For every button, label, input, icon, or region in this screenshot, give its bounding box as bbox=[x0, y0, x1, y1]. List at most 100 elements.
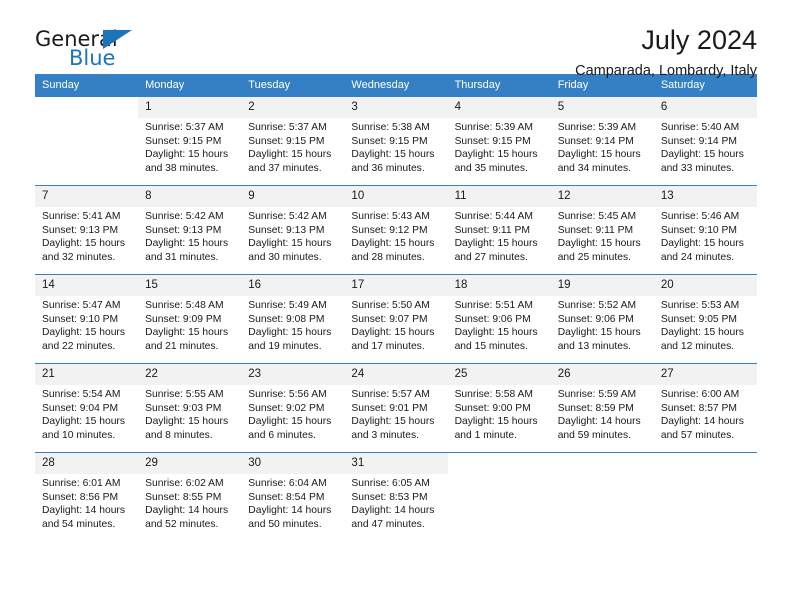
calendar-day-cell[interactable]: 24 Sunrise: 5:57 AM Sunset: 9:01 PM Dayligh… bbox=[344, 363, 448, 453]
day-number: 6 bbox=[653, 97, 757, 118]
calendar-day-cell[interactable]: 30 Sunrise: 6:04 AM Sunset: 8:54 PM Dayligh… bbox=[241, 452, 345, 541]
day-number: 16 bbox=[241, 275, 345, 296]
sunset-time: Sunset: 9:13 PM bbox=[248, 224, 325, 236]
calendar-day-cell[interactable]: 22 Sunrise: 5:55 AM Sunset: 9:03 PM Dayligh… bbox=[138, 363, 242, 453]
sunrise-time: Sunrise: 5:58 AM bbox=[454, 389, 533, 400]
day-details: Sunrise: 6:01 AM Sunset: 8:56 PM Daylight:… bbox=[35, 474, 138, 531]
calendar-day-cell-empty bbox=[447, 452, 551, 541]
day-cell-inner: 17 Sunrise: 5:50 AM Sunset: 9:07 PM Dayligh… bbox=[344, 275, 448, 363]
daylight-duration-line1: Daylight: 15 hours bbox=[248, 238, 332, 250]
daylight-duration-line1: Daylight: 15 hours bbox=[557, 327, 641, 339]
daylight-duration-line2: and 17 minutes. bbox=[351, 340, 425, 352]
day-cell-inner: 20 Sunrise: 5:53 AM Sunset: 9:05 PM Dayligh… bbox=[653, 275, 757, 363]
daylight-duration-line2: and 35 minutes. bbox=[454, 162, 528, 174]
calendar-day-cell[interactable]: 23 Sunrise: 5:56 AM Sunset: 9:02 PM Dayligh… bbox=[241, 363, 345, 453]
day-number: 30 bbox=[241, 453, 345, 474]
calendar-day-cell[interactable]: 3 Sunrise: 5:38 AM Sunset: 9:15 PM Daylight… bbox=[344, 96, 448, 186]
day-cell-inner: 29 Sunrise: 6:02 AM Sunset: 8:55 PM Dayligh… bbox=[138, 453, 242, 541]
daylight-duration-line1: Daylight: 15 hours bbox=[145, 416, 229, 428]
calendar-day-cell[interactable]: 8 Sunrise: 5:42 AM Sunset: 9:13 PM Daylight… bbox=[138, 185, 242, 275]
calendar-day-cell[interactable]: 4 Sunrise: 5:39 AM Sunset: 9:15 PM Daylight… bbox=[447, 96, 551, 186]
calendar-day-cell[interactable]: 14 Sunrise: 5:47 AM Sunset: 9:10 PM Dayligh… bbox=[35, 274, 139, 364]
day-details: Sunrise: 5:46 AM Sunset: 9:10 PM Daylight:… bbox=[654, 207, 757, 264]
calendar-day-cell[interactable]: 21 Sunrise: 5:54 AM Sunset: 9:04 PM Dayligh… bbox=[35, 363, 139, 453]
day-number: 22 bbox=[138, 364, 242, 385]
calendar-day-cell[interactable]: 2 Sunrise: 5:37 AM Sunset: 9:15 PM Daylight… bbox=[241, 96, 345, 186]
sunrise-time: Sunrise: 5:57 AM bbox=[351, 389, 430, 400]
daylight-duration-line2: and 3 minutes. bbox=[351, 429, 419, 441]
calendar-day-cell[interactable]: 12 Sunrise: 5:45 AM Sunset: 9:11 PM Dayligh… bbox=[550, 185, 654, 275]
daylight-duration-line1: Daylight: 15 hours bbox=[248, 416, 332, 428]
sunrise-time: Sunrise: 5:38 AM bbox=[351, 122, 430, 133]
day-cell-inner: 7 Sunrise: 5:41 AM Sunset: 9:13 PM Daylight… bbox=[35, 186, 139, 274]
day-details: Sunrise: 5:50 AM Sunset: 9:07 PM Daylight:… bbox=[344, 296, 447, 353]
calendar-day-cell[interactable]: 13 Sunrise: 5:46 AM Sunset: 9:10 PM Dayligh… bbox=[653, 185, 757, 275]
daylight-duration-line1: Daylight: 15 hours bbox=[145, 149, 229, 161]
calendar-day-cell[interactable]: 26 Sunrise: 5:59 AM Sunset: 8:59 PM Dayligh… bbox=[550, 363, 654, 453]
sunrise-time: Sunrise: 5:59 AM bbox=[557, 389, 637, 400]
day-cell-inner: 8 Sunrise: 5:42 AM Sunset: 9:13 PM Daylight… bbox=[138, 186, 242, 274]
calendar-day-cell[interactable]: 31 Sunrise: 6:05 AM Sunset: 8:53 PM Dayligh… bbox=[344, 452, 448, 541]
sunrise-time: Sunrise: 5:40 AM bbox=[660, 122, 740, 133]
calendar-day-cell[interactable]: 28 Sunrise: 6:01 AM Sunset: 8:56 PM Dayligh… bbox=[35, 452, 139, 541]
day-details: Sunrise: 5:40 AM Sunset: 9:14 PM Daylight:… bbox=[654, 118, 757, 175]
day-number: 23 bbox=[241, 364, 345, 385]
sunset-time: Sunset: 9:05 PM bbox=[660, 313, 737, 325]
day-details: Sunrise: 5:47 AM Sunset: 9:10 PM Daylight:… bbox=[35, 296, 138, 353]
calendar-day-cell[interactable]: 10 Sunrise: 5:43 AM Sunset: 9:12 PM Dayligh… bbox=[344, 185, 448, 275]
day-cell-inner: 31 Sunrise: 6:05 AM Sunset: 8:53 PM Dayligh… bbox=[344, 453, 448, 541]
calendar-day-cell[interactable]: 16 Sunrise: 5:49 AM Sunset: 9:08 PM Dayligh… bbox=[241, 274, 345, 364]
day-details: Sunrise: 5:51 AM Sunset: 9:06 PM Daylight:… bbox=[448, 296, 551, 353]
calendar-day-cell[interactable]: 25 Sunrise: 5:58 AM Sunset: 9:00 PM Dayligh… bbox=[447, 363, 551, 453]
daylight-duration-line2: and 34 minutes. bbox=[557, 162, 631, 174]
calendar-day-cell[interactable]: 11 Sunrise: 5:44 AM Sunset: 9:11 PM Dayligh… bbox=[447, 185, 551, 275]
daylight-duration-line2: and 30 minutes. bbox=[248, 251, 322, 263]
daylight-duration-line2: and 13 minutes. bbox=[557, 340, 631, 352]
calendar-day-cell[interactable]: 5 Sunrise: 5:39 AM Sunset: 9:14 PM Daylight… bbox=[550, 96, 654, 186]
weekday-header-wednesday: Wednesday bbox=[344, 74, 448, 97]
day-cell-inner: 3 Sunrise: 5:38 AM Sunset: 9:15 PM Daylight… bbox=[344, 97, 448, 185]
day-details: Sunrise: 6:00 AM Sunset: 8:57 PM Daylight:… bbox=[654, 385, 757, 442]
calendar-week-row: 1 Sunrise: 5:37 AM Sunset: 9:15 PM Daylight… bbox=[35, 96, 757, 186]
day-cell-inner: 6 Sunrise: 5:40 AM Sunset: 9:14 PM Daylight… bbox=[653, 97, 757, 185]
day-cell-inner: 12 Sunrise: 5:45 AM Sunset: 9:11 PM Dayligh… bbox=[550, 186, 654, 274]
sunset-time: Sunset: 9:07 PM bbox=[351, 313, 428, 325]
calendar-day-cell[interactable]: 9 Sunrise: 5:42 AM Sunset: 9:13 PM Daylight… bbox=[241, 185, 345, 275]
day-number bbox=[654, 453, 757, 474]
day-number: 4 bbox=[447, 97, 551, 118]
calendar-day-cell[interactable]: 7 Sunrise: 5:41 AM Sunset: 9:13 PM Daylight… bbox=[35, 185, 139, 275]
sunset-time: Sunset: 9:06 PM bbox=[557, 313, 634, 325]
calendar-day-cell[interactable]: 17 Sunrise: 5:50 AM Sunset: 9:07 PM Dayligh… bbox=[344, 274, 448, 364]
sunset-time: Sunset: 9:09 PM bbox=[145, 313, 222, 325]
calendar-day-cell[interactable]: 29 Sunrise: 6:02 AM Sunset: 8:55 PM Dayligh… bbox=[138, 452, 242, 541]
daylight-duration-line1: Daylight: 14 hours bbox=[351, 505, 435, 517]
daylight-duration-line2: and 1 minute. bbox=[454, 429, 517, 441]
sunrise-time: Sunrise: 5:55 AM bbox=[145, 389, 224, 400]
calendar-day-cell[interactable]: 15 Sunrise: 5:48 AM Sunset: 9:09 PM Dayligh… bbox=[138, 274, 242, 364]
calendar-day-cell[interactable]: 27 Sunrise: 6:00 AM Sunset: 8:57 PM Dayligh… bbox=[653, 363, 757, 453]
day-cell-inner: 16 Sunrise: 5:49 AM Sunset: 9:08 PM Dayligh… bbox=[241, 275, 345, 363]
sunrise-time: Sunrise: 5:52 AM bbox=[557, 300, 637, 311]
calendar-day-cell[interactable]: 1 Sunrise: 5:37 AM Sunset: 9:15 PM Daylight… bbox=[138, 96, 242, 186]
calendar-day-cell[interactable]: 6 Sunrise: 5:40 AM Sunset: 9:14 PM Daylight… bbox=[653, 96, 757, 186]
sunset-time: Sunset: 9:00 PM bbox=[454, 402, 531, 414]
calendar-day-cell[interactable]: 20 Sunrise: 5:53 AM Sunset: 9:05 PM Dayligh… bbox=[653, 274, 757, 364]
daylight-duration-line1: Daylight: 15 hours bbox=[351, 416, 435, 428]
calendar-day-cell[interactable]: 18 Sunrise: 5:51 AM Sunset: 9:06 PM Dayligh… bbox=[447, 274, 551, 364]
day-details: Sunrise: 5:53 AM Sunset: 9:05 PM Daylight:… bbox=[654, 296, 757, 353]
calendar-week-row: 21 Sunrise: 5:54 AM Sunset: 9:04 PM Dayligh… bbox=[35, 363, 757, 453]
sunset-time: Sunset: 9:14 PM bbox=[557, 135, 634, 147]
calendar-day-cell[interactable]: 19 Sunrise: 5:52 AM Sunset: 9:06 PM Dayligh… bbox=[550, 274, 654, 364]
day-cell-inner: 11 Sunrise: 5:44 AM Sunset: 9:11 PM Dayligh… bbox=[447, 186, 551, 274]
weekday-header-tuesday: Tuesday bbox=[241, 74, 345, 97]
month-calendar: Sunday Monday Tuesday Wednesday Thursday… bbox=[35, 74, 757, 541]
sunset-time: Sunset: 8:54 PM bbox=[248, 491, 325, 503]
daylight-duration-line1: Daylight: 15 hours bbox=[351, 327, 435, 339]
day-number: 2 bbox=[241, 97, 345, 118]
daylight-duration-line2: and 6 minutes. bbox=[248, 429, 316, 441]
weekday-header-monday: Monday bbox=[138, 74, 242, 97]
daylight-duration-line2: and 22 minutes. bbox=[42, 340, 116, 352]
sunrise-time: Sunrise: 5:39 AM bbox=[557, 122, 637, 133]
weekday-header-sunday: Sunday bbox=[35, 74, 139, 97]
sunrise-time: Sunrise: 5:42 AM bbox=[145, 211, 224, 222]
